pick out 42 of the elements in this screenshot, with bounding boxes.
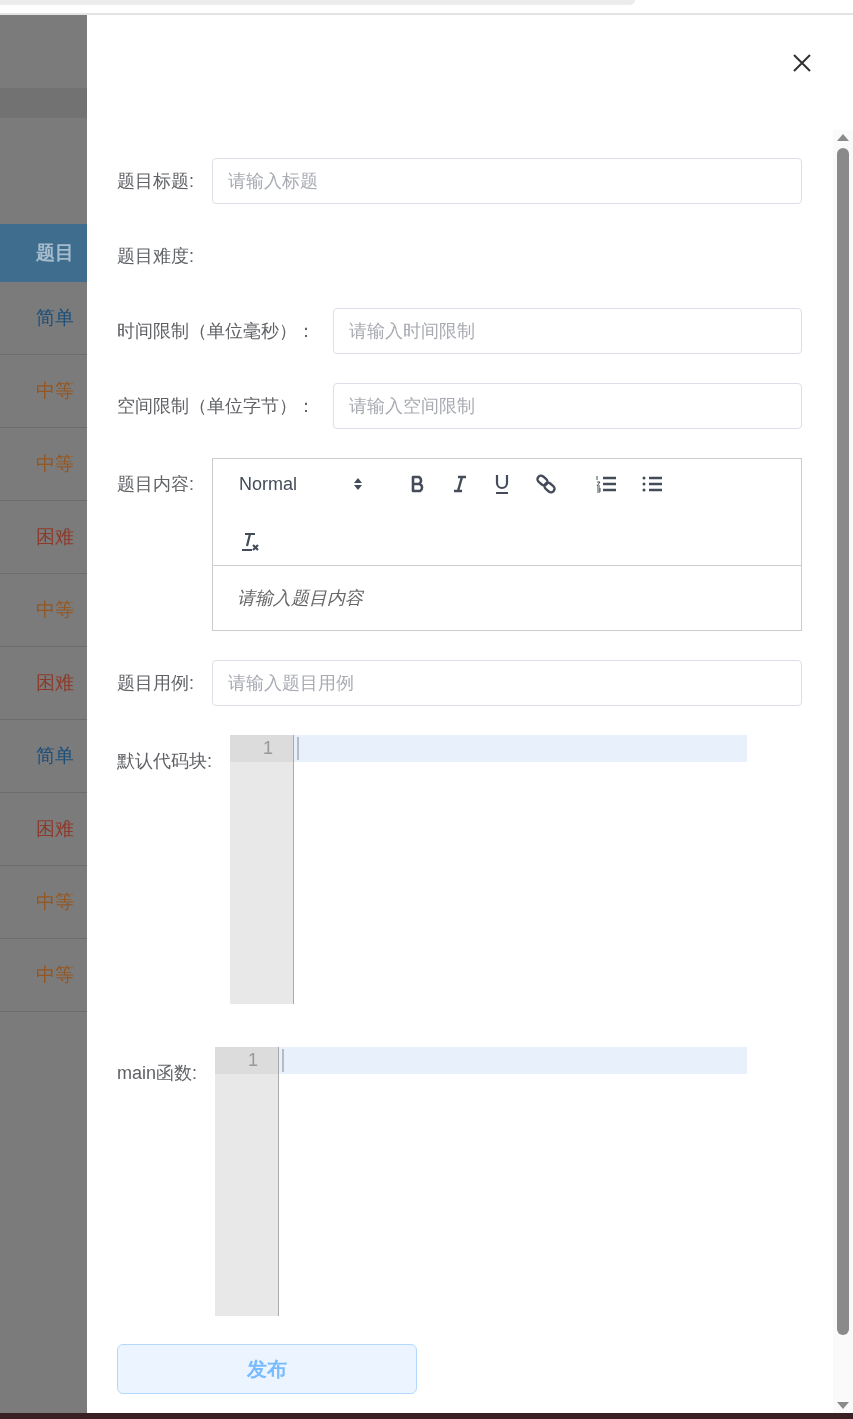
- ordered-list-icon[interactable]: [595, 474, 617, 494]
- difficulty-cell-text: 简单: [36, 306, 74, 330]
- difficulty-cell-text: 困难: [36, 525, 74, 549]
- field-label: 空间限制（单位字节）：: [117, 395, 315, 418]
- bullet-list-icon[interactable]: [641, 474, 663, 494]
- format-picker[interactable]: Normal: [239, 473, 353, 495]
- line-number: 1: [215, 1047, 278, 1074]
- clear-format-icon[interactable]: [239, 531, 261, 553]
- input-field[interactable]: 请输入空间限制: [333, 383, 802, 429]
- code-editor[interactable]: 1: [215, 1047, 747, 1316]
- italic-icon[interactable]: [451, 474, 469, 494]
- difficulty-cell-text: 中等: [36, 379, 74, 403]
- field-label: 题目难度:: [117, 245, 194, 268]
- code-editor[interactable]: 1: [230, 735, 747, 1004]
- field-label: main函数:: [117, 1062, 197, 1085]
- underline-icon[interactable]: [493, 473, 511, 495]
- difficulty-cell-text: 中等: [36, 598, 74, 622]
- field-label: 默认代码块:: [117, 750, 212, 773]
- scroll-up-icon[interactable]: [836, 132, 850, 142]
- input-field[interactable]: 请输入题目用例: [212, 660, 802, 706]
- field-label: 题目标题:: [117, 170, 194, 193]
- difficulty-cell-text: 简单: [36, 744, 74, 768]
- sort-arrows-icon: [353, 476, 363, 492]
- line-number: 1: [230, 735, 293, 762]
- link-icon[interactable]: [535, 473, 557, 495]
- input-field[interactable]: 请输入标题: [212, 158, 802, 204]
- editor-placeholder[interactable]: 请输入题目内容: [237, 586, 363, 610]
- scrollbar-thumb[interactable]: [837, 148, 849, 1335]
- close-icon[interactable]: [792, 53, 812, 73]
- input-field[interactable]: 请输入时间限制: [333, 308, 802, 354]
- difficulty-cell-text: 困难: [36, 817, 74, 841]
- difficulty-cell-text: 困难: [36, 671, 74, 695]
- field-label: 题目内容:: [117, 473, 194, 496]
- column-header: 题目: [36, 241, 74, 265]
- difficulty-cell-text: 中等: [36, 963, 74, 987]
- scroll-down-icon[interactable]: [836, 1401, 850, 1411]
- difficulty-cell-text: 中等: [36, 890, 74, 914]
- scrollbar[interactable]: [833, 130, 853, 1413]
- publish-button[interactable]: 发布: [117, 1344, 417, 1394]
- field-label: 题目用例:: [117, 672, 194, 695]
- field-label: 时间限制（单位毫秒）：: [117, 320, 315, 343]
- difficulty-cell-text: 中等: [36, 452, 74, 476]
